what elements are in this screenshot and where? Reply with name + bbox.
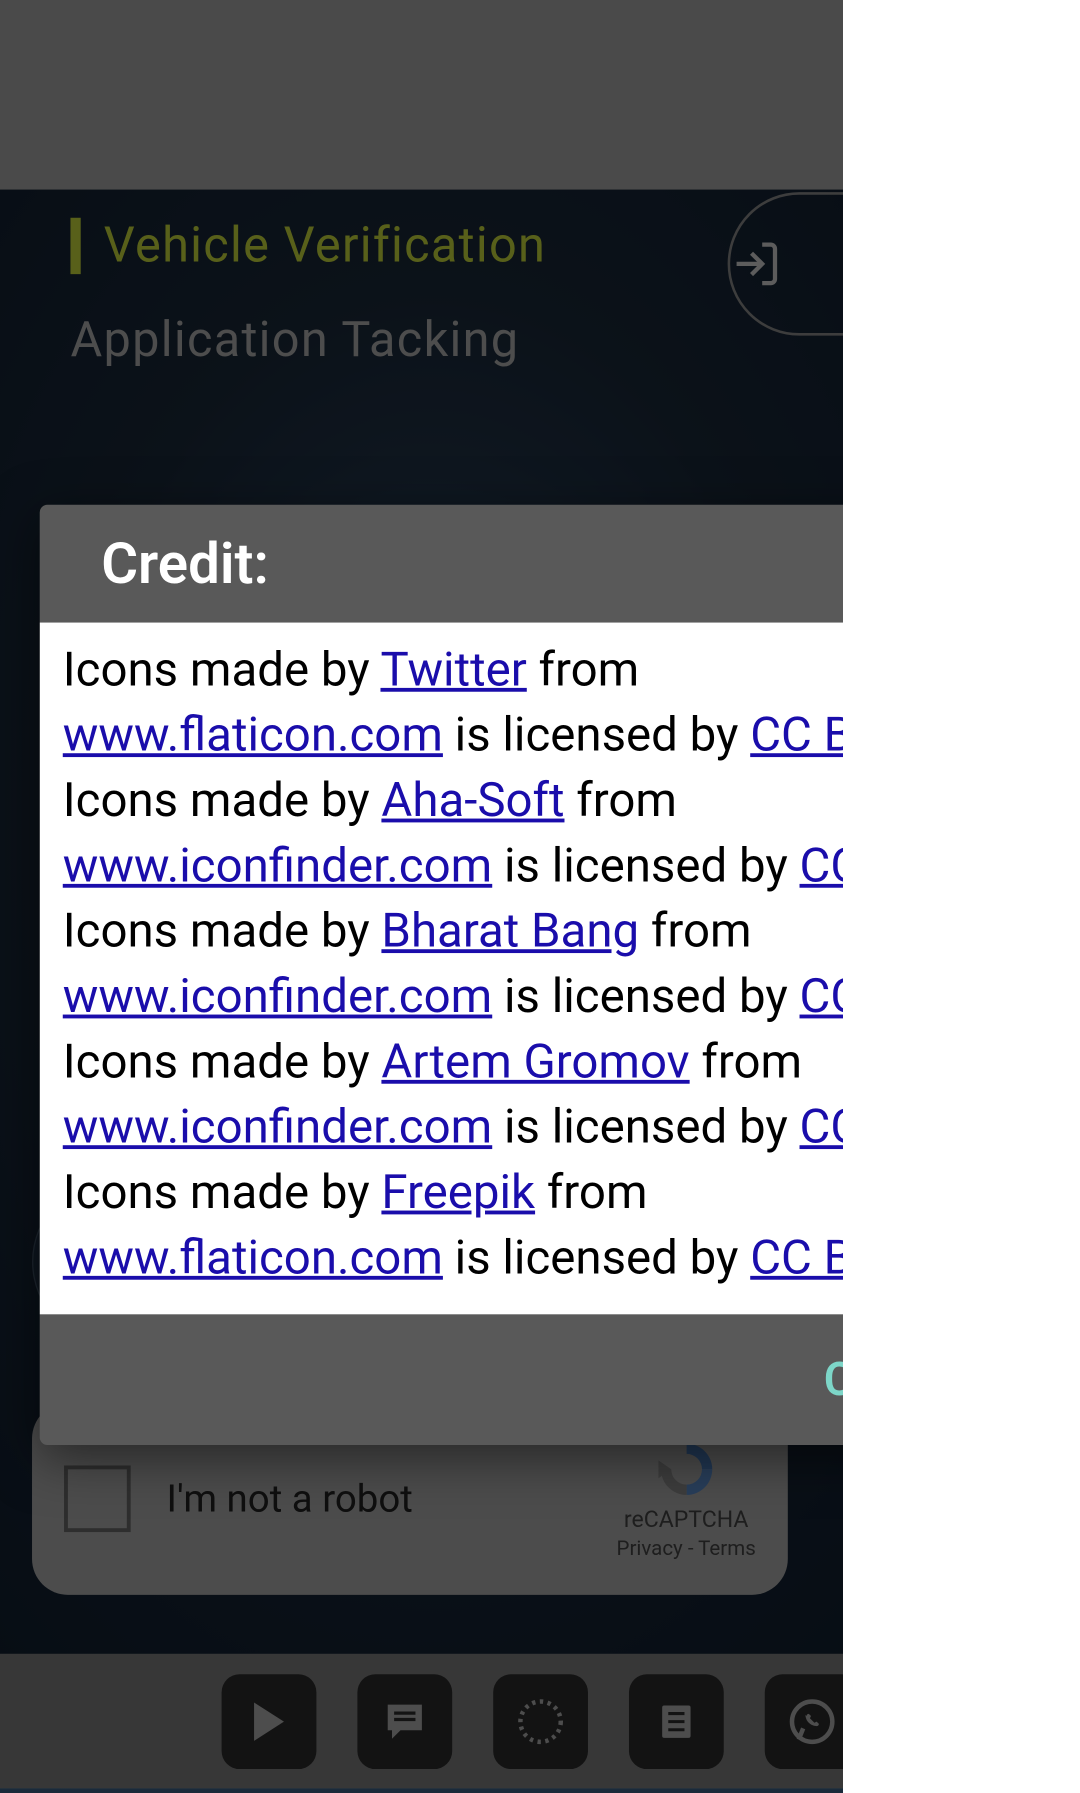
credit-line: Icons made by Twitter from www.flaticon.…	[63, 643, 958, 763]
credit-author-link[interactable]: Artem Gromov	[381, 1035, 689, 1090]
credit-author-link[interactable]: Twitter	[380, 643, 526, 698]
credit-site-link[interactable]: www.flaticon.com	[63, 1232, 443, 1287]
credit-site-link[interactable]: www.iconfinder.com	[63, 1101, 492, 1156]
credit-author-link[interactable]: Freepik	[381, 1166, 535, 1221]
credit-author-link[interactable]: Bharat Bang	[381, 905, 639, 960]
credit-line: Icons made by Freepik from www.flaticon.…	[63, 1166, 958, 1286]
credit-site-link[interactable]: www.flaticon.com	[63, 708, 443, 763]
credit-site-link[interactable]: www.iconfinder.com	[63, 970, 492, 1025]
credit-site-link[interactable]: www.iconfinder.com	[63, 839, 492, 894]
credit-author-link[interactable]: Aha-Soft	[381, 774, 564, 829]
